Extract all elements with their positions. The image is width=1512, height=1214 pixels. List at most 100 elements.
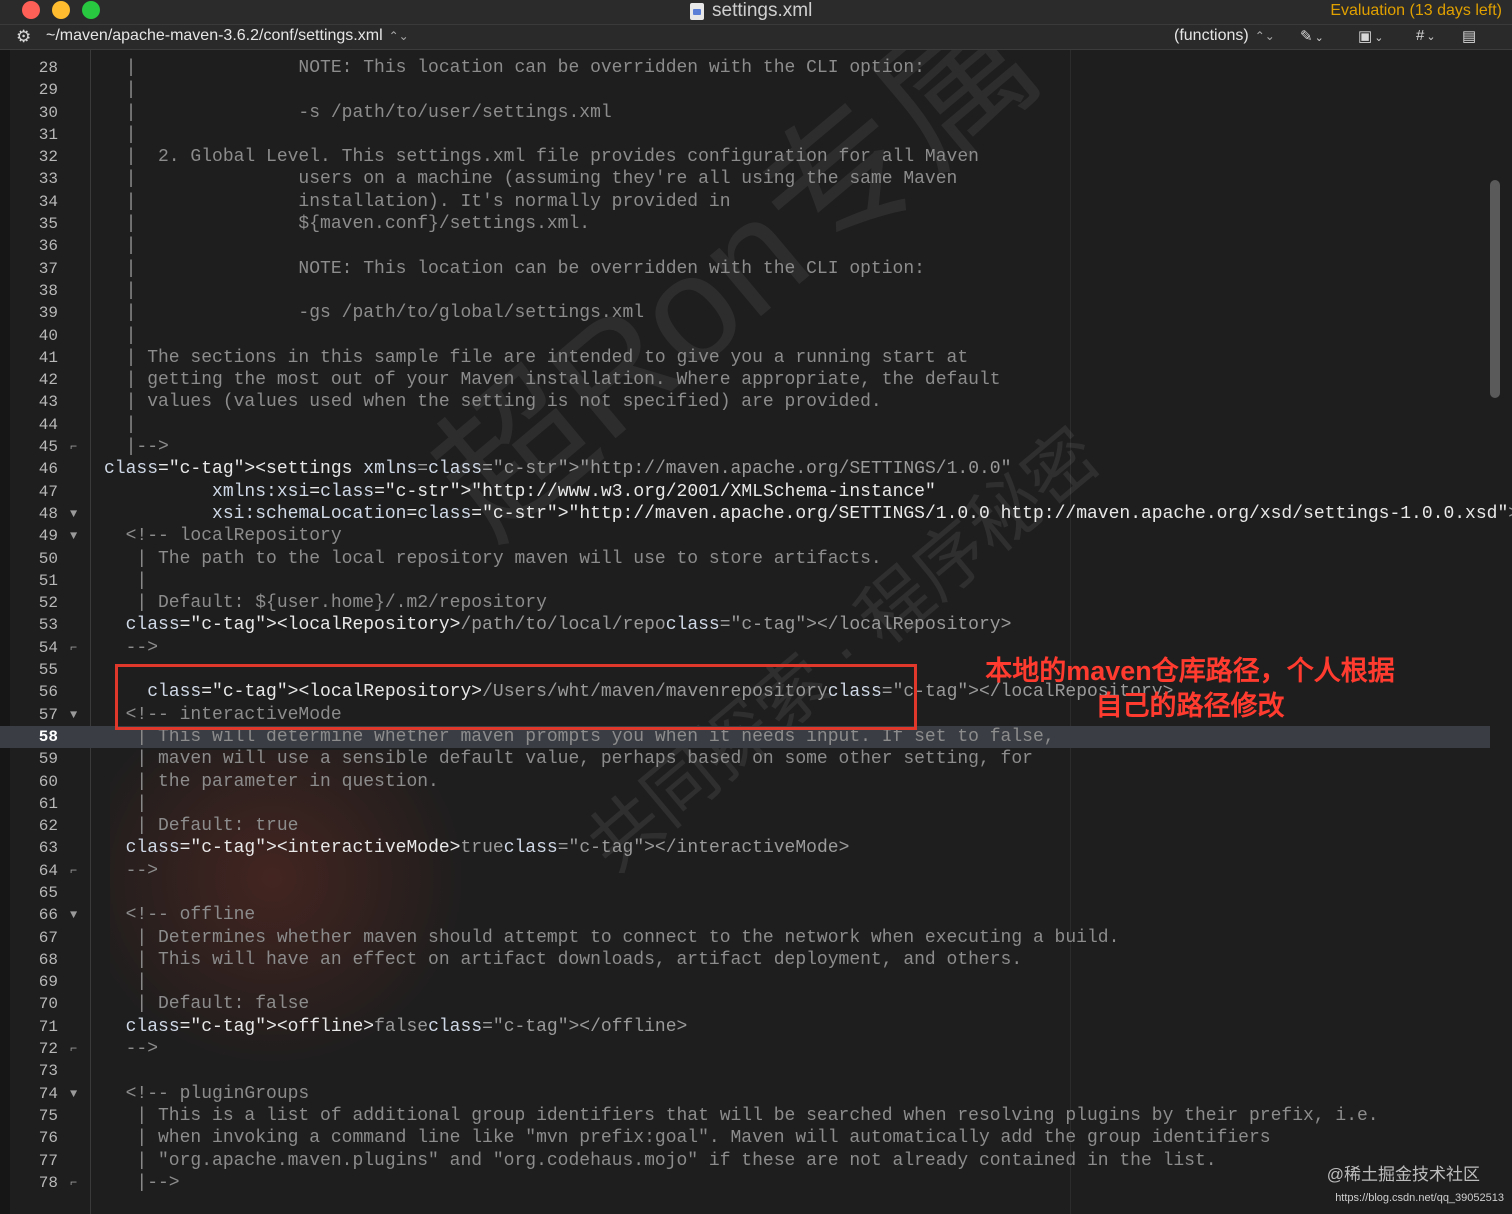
code-line[interactable]: 78 ⌐ |--> <box>0 1172 1490 1194</box>
gear-icon[interactable]: ⚙ <box>16 27 31 47</box>
code-text[interactable]: | ${maven.conf}/settings.xml. <box>104 213 591 235</box>
code-line[interactable]: 73 <box>0 1060 1490 1082</box>
code-text[interactable]: | Default: false <box>104 993 309 1015</box>
maximize-window-button[interactable] <box>82 1 100 19</box>
hash-icon[interactable]: # ⌄ <box>1416 27 1436 44</box>
code-line[interactable]: 49 ▼ <!-- localRepository <box>0 525 1490 547</box>
code-line[interactable]: 66 ▼ <!-- offline <box>0 904 1490 926</box>
code-line[interactable]: 75 | This is a list of additional group … <box>0 1105 1490 1127</box>
code-text[interactable]: | <box>104 235 137 257</box>
pen-icon[interactable]: ✎ ⌄ <box>1300 27 1324 45</box>
code-line[interactable]: 37 | NOTE: This location can be overridd… <box>0 258 1490 280</box>
code-line[interactable]: 40 | <box>0 325 1490 347</box>
code-line[interactable]: 51 | <box>0 570 1490 592</box>
code-line[interactable]: 50 | The path to the local repository ma… <box>0 548 1490 570</box>
fold-toggle-icon[interactable]: ⌐ <box>70 637 77 659</box>
code-line[interactable]: 59 | maven will use a sensible default v… <box>0 748 1490 770</box>
code-line[interactable]: 32 | 2. Global Level. This settings.xml … <box>0 146 1490 168</box>
code-text[interactable]: |--> <box>104 1172 179 1194</box>
code-text[interactable]: | The sections in this sample file are i… <box>104 347 969 369</box>
functions-popup[interactable]: (functions) ⌃⌄ <box>1174 27 1275 45</box>
code-line[interactable]: 76 | when invoking a command line like "… <box>0 1127 1490 1149</box>
code-text[interactable]: <!-- offline <box>104 904 256 926</box>
code-text[interactable]: | <box>104 793 147 815</box>
code-line[interactable]: 65 <box>0 882 1490 904</box>
code-text[interactable]: class="c-tag"><interactiveMode>trueclass… <box>104 837 850 859</box>
code-text[interactable]: | Default: true <box>104 815 298 837</box>
code-line[interactable]: 36 | <box>0 235 1490 257</box>
code-line[interactable]: 70 | Default: false <box>0 993 1490 1015</box>
fold-toggle-icon[interactable]: ▼ <box>70 704 77 726</box>
code-line[interactable]: 61 | <box>0 793 1490 815</box>
fold-toggle-icon[interactable]: ⌐ <box>70 1038 77 1060</box>
code-text[interactable]: xsi:schemaLocation=class="c-str">"http:/… <box>104 503 1512 525</box>
code-line[interactable]: 45 ⌐ |--> <box>0 436 1490 458</box>
code-text[interactable]: | <box>104 79 137 101</box>
code-line[interactable]: 72 ⌐ --> <box>0 1038 1490 1060</box>
code-line[interactable]: 68 | This will have an effect on artifac… <box>0 949 1490 971</box>
code-text[interactable]: | values (values used when the setting i… <box>104 391 882 413</box>
code-line[interactable]: 29 | <box>0 79 1490 101</box>
code-text[interactable]: | Determines whether maven should attemp… <box>104 927 1119 949</box>
code-text[interactable]: |--> <box>104 436 169 458</box>
code-text[interactable]: class="c-tag"><offline>falseclass="c-tag… <box>104 1016 688 1038</box>
code-text[interactable]: | -s /path/to/user/settings.xml <box>104 102 612 124</box>
code-text[interactable]: | when invoking a command line like "mvn… <box>104 1127 1270 1149</box>
code-line[interactable]: 43 | values (values used when the settin… <box>0 391 1490 413</box>
code-line[interactable]: 30 | -s /path/to/user/settings.xml <box>0 102 1490 124</box>
fold-toggle-icon[interactable]: ▼ <box>70 525 77 547</box>
code-text[interactable]: class="c-tag"><localRepository>/path/to/… <box>104 614 1012 636</box>
code-text[interactable]: | Default: ${user.home}/.m2/repository <box>104 592 546 614</box>
code-text[interactable]: | NOTE: This location can be overridden … <box>104 258 925 280</box>
code-text[interactable]: | <box>104 280 137 302</box>
close-window-button[interactable] <box>22 1 40 19</box>
fold-toggle-icon[interactable]: ▼ <box>70 503 77 525</box>
code-text[interactable]: | <box>104 971 147 993</box>
code-text[interactable]: | <box>104 414 137 436</box>
vertical-scrollbar[interactable] <box>1490 180 1500 398</box>
code-line[interactable]: 28 | NOTE: This location can be overridd… <box>0 57 1490 79</box>
code-lines[interactable]: 28 | NOTE: This location can be overridd… <box>0 57 1512 1194</box>
code-text[interactable]: | This will have an effect on artifact d… <box>104 949 1022 971</box>
code-text[interactable]: | The path to the local repository maven… <box>104 548 881 570</box>
code-line[interactable]: 46 class="c-tag"><settings xmlns=class="c… <box>0 458 1490 480</box>
code-text[interactable]: | "org.apache.maven.plugins" and "org.co… <box>104 1150 1216 1172</box>
code-line[interactable]: 77 | "org.apache.maven.plugins" and "org… <box>0 1150 1490 1172</box>
code-text[interactable]: class="c-tag"><settings xmlns=class="c-s… <box>104 458 1011 480</box>
code-text[interactable]: --> <box>104 637 158 659</box>
code-text[interactable]: xmlns:xsi=class="c-str">"http://www.w3.o… <box>104 481 936 503</box>
code-line[interactable]: 35 | ${maven.conf}/settings.xml. <box>0 213 1490 235</box>
code-line[interactable]: 33 | users on a machine (assuming they'r… <box>0 168 1490 190</box>
page-icon[interactable]: ▤ <box>1462 27 1476 45</box>
code-line[interactable]: 31 | <box>0 124 1490 146</box>
code-line[interactable]: 53 class="c-tag"><localRepository>/path/… <box>0 614 1490 636</box>
code-line[interactable]: 47 xmlns:xsi=class="c-str">"http://www.w… <box>0 481 1490 503</box>
code-line[interactable]: 38 | <box>0 280 1490 302</box>
code-line[interactable]: 34 | installation). It's normally provid… <box>0 191 1490 213</box>
code-text[interactable]: | getting the most out of your Maven ins… <box>104 369 1001 391</box>
fold-toggle-icon[interactable]: ▼ <box>70 904 77 926</box>
code-line[interactable]: 60 | the parameter in question. <box>0 771 1490 793</box>
fold-toggle-icon[interactable]: ▼ <box>70 1083 77 1105</box>
code-text[interactable]: --> <box>104 1038 158 1060</box>
code-text[interactable]: | installation). It's normally provided … <box>104 191 731 213</box>
code-text[interactable]: | NOTE: This location can be overridden … <box>104 57 925 79</box>
code-text[interactable]: | <box>104 570 147 592</box>
code-text[interactable]: <!-- localRepository <box>104 525 342 547</box>
code-line[interactable]: 69 | <box>0 971 1490 993</box>
code-line[interactable]: 42 | getting the most out of your Maven … <box>0 369 1490 391</box>
code-line[interactable]: 41 | The sections in this sample file ar… <box>0 347 1490 369</box>
code-line[interactable]: 52 | Default: ${user.home}/.m2/repositor… <box>0 592 1490 614</box>
code-editor[interactable]: 超Ron专属 共同探索 · 程序秘密 28 | NOTE: This locat… <box>0 50 1512 1214</box>
code-line[interactable]: 44 | <box>0 414 1490 436</box>
code-text[interactable]: | <box>104 325 137 347</box>
code-text[interactable]: | 2. Global Level. This settings.xml fil… <box>104 146 979 168</box>
code-line[interactable]: 48 ▼ xsi:schemaLocation=class="c-str">"ht… <box>0 503 1512 525</box>
file-path-popup[interactable]: ~/maven/apache-maven-3.6.2/conf/settings… <box>46 27 409 45</box>
code-line[interactable]: 39 | -gs /path/to/global/settings.xml <box>0 302 1490 324</box>
code-line[interactable]: 63 class="c-tag"><interactiveMode>truecl… <box>0 837 1490 859</box>
code-text[interactable]: | This is a list of additional group ide… <box>104 1105 1378 1127</box>
code-text[interactable]: | users on a machine (assuming they're a… <box>104 168 958 190</box>
minimize-window-button[interactable] <box>52 1 70 19</box>
fold-toggle-icon[interactable]: ⌐ <box>70 1172 77 1194</box>
